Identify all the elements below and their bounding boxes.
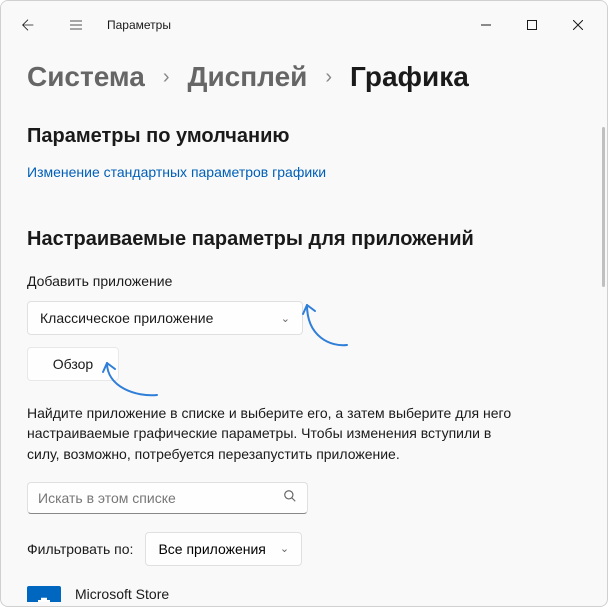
breadcrumb-display[interactable]: Дисплей bbox=[188, 61, 308, 93]
add-app-label: Добавить приложение bbox=[27, 273, 581, 289]
change-default-graphics-link[interactable]: Изменение стандартных параметров графики bbox=[27, 164, 581, 180]
breadcrumb: Система › Дисплей › Графика bbox=[1, 49, 607, 111]
close-button[interactable] bbox=[555, 9, 601, 41]
defaults-heading: Параметры по умолчанию bbox=[27, 125, 581, 148]
search-input-container[interactable] bbox=[27, 482, 308, 514]
app-type-value: Классическое приложение bbox=[40, 310, 213, 326]
window-title: Параметры bbox=[107, 18, 171, 32]
browse-button[interactable]: Обзор bbox=[27, 347, 119, 381]
breadcrumb-current: Графика bbox=[350, 61, 469, 93]
app-name: Microsoft Store bbox=[75, 586, 426, 602]
chevron-right-icon: › bbox=[325, 66, 332, 89]
chevron-down-icon: ⌄ bbox=[281, 312, 290, 325]
maximize-button[interactable] bbox=[509, 9, 555, 41]
search-icon bbox=[283, 489, 297, 506]
chevron-right-icon: › bbox=[163, 66, 170, 89]
chevron-down-icon: ⌄ bbox=[280, 542, 289, 555]
scrollbar[interactable] bbox=[602, 127, 605, 287]
app-row-microsoft-store[interactable]: Microsoft Store Разрешить Windows приним… bbox=[27, 586, 581, 602]
app-type-dropdown[interactable]: Классическое приложение ⌄ bbox=[27, 301, 303, 335]
breadcrumb-system[interactable]: Система bbox=[27, 61, 145, 93]
minimize-button[interactable] bbox=[463, 9, 509, 41]
filter-label: Фильтровать по: bbox=[27, 541, 133, 557]
filter-value: Все приложения bbox=[158, 541, 265, 557]
filter-dropdown[interactable]: Все приложения ⌄ bbox=[145, 532, 302, 566]
store-icon bbox=[27, 586, 61, 602]
help-text: Найдите приложение в списке и выберите е… bbox=[27, 403, 522, 464]
back-button[interactable] bbox=[11, 8, 45, 42]
menu-button[interactable] bbox=[59, 8, 93, 42]
search-input[interactable] bbox=[38, 490, 283, 506]
custom-heading: Настраиваемые параметры для приложений bbox=[27, 228, 581, 251]
